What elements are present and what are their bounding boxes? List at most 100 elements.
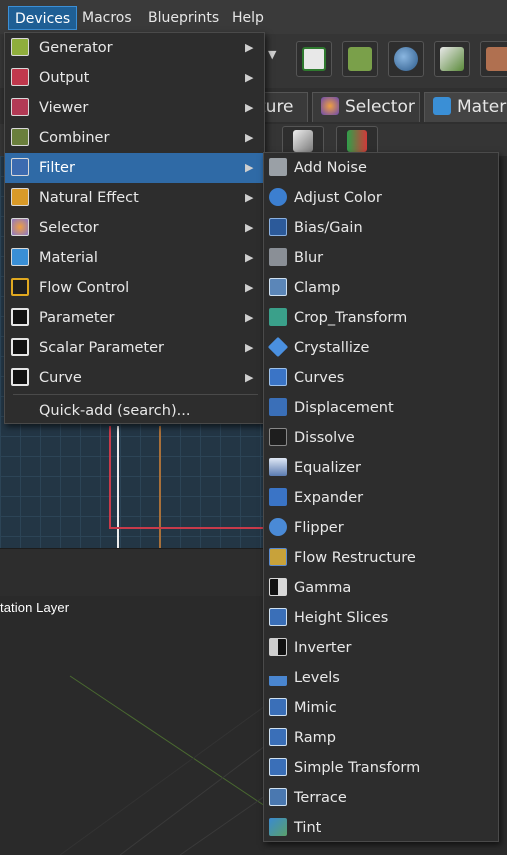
filter-item-terrace[interactable]: Terrace [264, 783, 498, 813]
toolbar-dropdown-arrow-icon[interactable]: ▼ [268, 48, 276, 61]
tint-icon [269, 818, 287, 836]
submenu-arrow-icon: ▶ [245, 41, 254, 54]
filter-icon [11, 158, 29, 176]
mimic-icon [269, 698, 287, 716]
filter-item-simple-transform[interactable]: Simple Transform [264, 753, 498, 783]
material-tab-icon [433, 97, 451, 115]
menu-item-scalar-parameter[interactable]: Scalar Parameter ▶ [5, 333, 264, 363]
filter-item-mimic[interactable]: Mimic [264, 693, 498, 723]
material-icon [11, 248, 29, 266]
toolbar-map-button[interactable] [342, 41, 378, 77]
selector-icon [11, 218, 29, 236]
filter-item-levels[interactable]: Levels [264, 663, 498, 693]
filter-item-tint[interactable]: Tint [264, 813, 498, 843]
filter-item-flipper[interactable]: Flipper [264, 513, 498, 543]
output-icon [11, 68, 29, 86]
tab-material[interactable]: Materi [424, 92, 507, 122]
blur-icon [269, 248, 287, 266]
submenu-arrow-icon: ▶ [245, 71, 254, 84]
filter-item-expander[interactable]: Expander [264, 483, 498, 513]
ramp-icon [269, 728, 287, 746]
flow-restructure-icon [269, 548, 287, 566]
curve-icon [11, 368, 29, 386]
menu-item-natural-effect[interactable]: Natural Effect ▶ [5, 183, 264, 213]
filter-item-inverter[interactable]: Inverter [264, 633, 498, 663]
3d-viewport[interactable] [0, 596, 265, 855]
menu-item-parameter[interactable]: Parameter ▶ [5, 303, 264, 333]
submenu-arrow-icon: ▶ [245, 221, 254, 234]
devices-menu: Generator ▶ Output ▶ Viewer ▶ Combiner ▶… [4, 32, 265, 424]
menu-separator [13, 394, 258, 395]
submenu-arrow-icon: ▶ [245, 311, 254, 324]
filter-item-curves[interactable]: Curves [264, 363, 498, 393]
toolbar-texture-button[interactable] [480, 41, 507, 77]
submenu-arrow-icon: ▶ [245, 371, 254, 384]
combiner-icon [11, 128, 29, 146]
filter-item-blur[interactable]: Blur [264, 243, 498, 273]
equalizer-icon [269, 458, 287, 476]
viewport-layer-label: tation Layer [0, 600, 70, 615]
filter-item-height-slices[interactable]: Height Slices [264, 603, 498, 633]
submenu-arrow-icon: ▶ [245, 131, 254, 144]
curves-icon [269, 368, 287, 386]
menu-devices[interactable]: Devices [8, 6, 78, 30]
filter-submenu: Add Noise Adjust Color Bias/Gain Blur Cl… [263, 152, 499, 842]
filter-item-crystallize[interactable]: Crystallize [264, 333, 498, 363]
menu-item-viewer[interactable]: Viewer ▶ [5, 93, 264, 123]
scalar-parameter-icon [11, 338, 29, 356]
submenu-arrow-icon: ▶ [245, 281, 254, 294]
add-noise-icon [269, 158, 287, 176]
simple-transform-icon [269, 758, 287, 776]
parameter-icon [11, 308, 29, 326]
filter-item-ramp[interactable]: Ramp [264, 723, 498, 753]
menu-item-quick-add[interactable]: Quick-add (search)... [5, 396, 264, 426]
viewport-grid [59, 675, 265, 855]
filter-item-crop-transform[interactable]: Crop_Transform [264, 303, 498, 333]
menu-bar: Devices Macros Blueprints Help [0, 0, 507, 35]
filter-item-clamp[interactable]: Clamp [264, 273, 498, 303]
bias-gain-icon [269, 218, 287, 236]
submenu-arrow-icon: ▶ [245, 161, 254, 174]
gamma-icon [269, 578, 287, 596]
clamp-icon [269, 278, 287, 296]
menu-item-material[interactable]: Material ▶ [5, 243, 264, 273]
filter-item-gamma[interactable]: Gamma [264, 573, 498, 603]
generator-icon [11, 38, 29, 56]
inverter-icon [269, 638, 287, 656]
filter-item-equalizer[interactable]: Equalizer [264, 453, 498, 483]
filter-item-dissolve[interactable]: Dissolve [264, 423, 498, 453]
toolbar-circuit-button[interactable] [296, 41, 332, 77]
submenu-arrow-icon: ▶ [245, 341, 254, 354]
menu-item-curve[interactable]: Curve ▶ [5, 363, 264, 393]
filter-item-flow-restructure[interactable]: Flow Restructure [264, 543, 498, 573]
dissolve-icon [269, 428, 287, 446]
submenu-arrow-icon: ▶ [245, 101, 254, 114]
natural-effect-icon [11, 188, 29, 206]
crystallize-icon [267, 336, 289, 358]
flipper-icon [269, 518, 287, 536]
menu-item-filter[interactable]: Filter ▶ [5, 153, 264, 183]
displacement-icon [269, 398, 287, 416]
height-slices-icon [269, 608, 287, 626]
flow-control-icon [11, 278, 29, 296]
menu-help[interactable]: Help [226, 6, 270, 30]
panel-divider-bar [0, 548, 265, 597]
terrace-icon [269, 788, 287, 806]
submenu-arrow-icon: ▶ [245, 251, 254, 264]
menu-item-output[interactable]: Output ▶ [5, 63, 264, 93]
filter-item-adjust-color[interactable]: Adjust Color [264, 183, 498, 213]
filter-item-displacement[interactable]: Displacement [264, 393, 498, 423]
tab-selector[interactable]: Selector [312, 92, 420, 122]
menu-macros[interactable]: Macros [76, 6, 138, 30]
menu-blueprints[interactable]: Blueprints [142, 6, 225, 30]
toolbar-terrain-button[interactable] [434, 41, 470, 77]
expander-icon [269, 488, 287, 506]
menu-item-combiner[interactable]: Combiner ▶ [5, 123, 264, 153]
filter-item-add-noise[interactable]: Add Noise [264, 153, 498, 183]
menu-item-generator[interactable]: Generator ▶ [5, 33, 264, 63]
levels-icon [269, 668, 287, 686]
menu-item-flow-control[interactable]: Flow Control ▶ [5, 273, 264, 303]
toolbar-globe-button[interactable] [388, 41, 424, 77]
filter-item-bias-gain[interactable]: Bias/Gain [264, 213, 498, 243]
menu-item-selector[interactable]: Selector ▶ [5, 213, 264, 243]
